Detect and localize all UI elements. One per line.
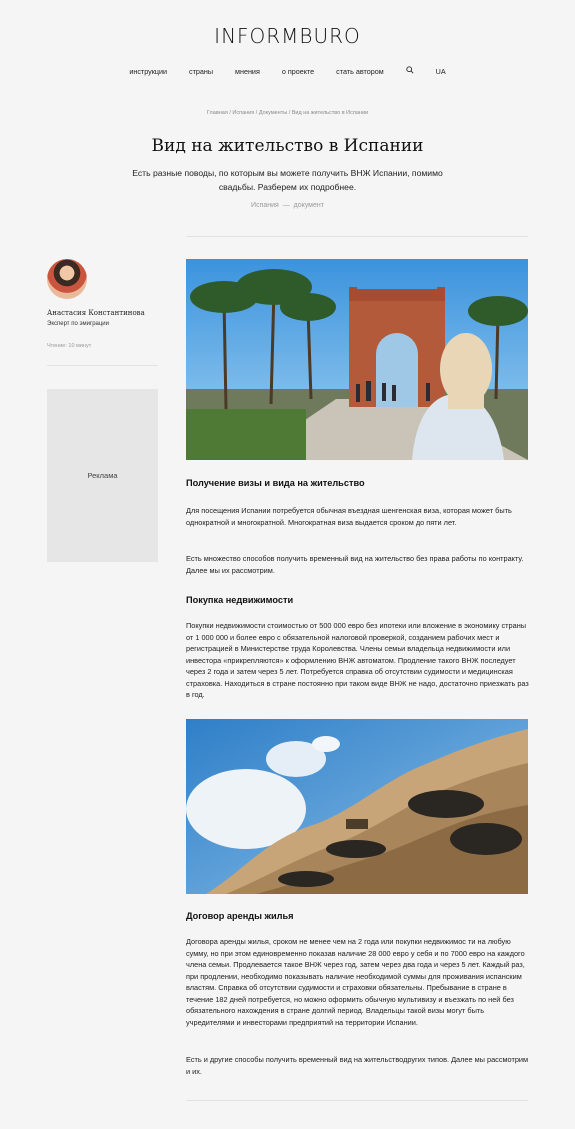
section-rent-paragraph-2: Есть и другие способы получить временный… [186,1055,529,1076]
nav-item-opinions[interactable]: мнения [235,67,260,77]
header-divider [186,236,528,237]
tag-type[interactable]: документ [294,202,324,209]
nav-item-instructions[interactable]: инструкции [129,67,167,77]
breadcrumb[interactable]: Главная / Испания / Документы / Вид на ж… [0,110,575,116]
article-image-arc [186,259,528,460]
section-heading-rent: Договор аренды жилья [186,911,294,921]
section-property-paragraph-1: Покупки недвижимости стоимостью от 500 0… [186,621,529,699]
article-image-building [186,719,528,894]
section-visa-paragraph-2: Есть множество способов получить временн… [186,554,524,575]
article-lead: Есть разные поводы, по которым вы можете… [132,168,443,192]
ad-banner[interactable]: Реклама [47,389,158,562]
reading-time: Чтение: 10 минут [47,343,92,349]
tag-separator: — [280,202,294,209]
nav-item-become-author[interactable]: стать автором [336,67,383,77]
author-avatar[interactable] [47,259,87,299]
nav-item-countries[interactable]: страны [189,67,213,77]
language-switch[interactable]: UA [436,67,446,77]
page-title: Вид на жительство в Испании [151,136,424,156]
author-name[interactable]: Анастасия Константинова [47,309,145,317]
article-tags: Испания — документ [0,202,575,209]
section-heading-property: Покупка недвижимости [186,595,294,605]
footer-divider [186,1100,528,1101]
author-role: Эксперт по эмиграции [47,321,110,327]
main-nav: инструкции страны мнения о проекте стать… [0,66,575,77]
section-rent-paragraph-1: Договора аренды жилья, сроком не менее ч… [186,937,525,1027]
search-icon[interactable] [406,66,414,77]
sidebar-divider [47,365,158,366]
nav-item-about[interactable]: о проекте [282,67,314,77]
ad-label: Реклама [87,471,118,480]
section-heading-visa: Получение визы и вида на жительство [186,478,365,488]
section-visa-paragraph-1: Для посещения Испании потребуется обычна… [186,506,512,527]
tag-country[interactable]: Испания [251,202,279,209]
site-logo[interactable]: INFORMBURO [0,24,575,48]
